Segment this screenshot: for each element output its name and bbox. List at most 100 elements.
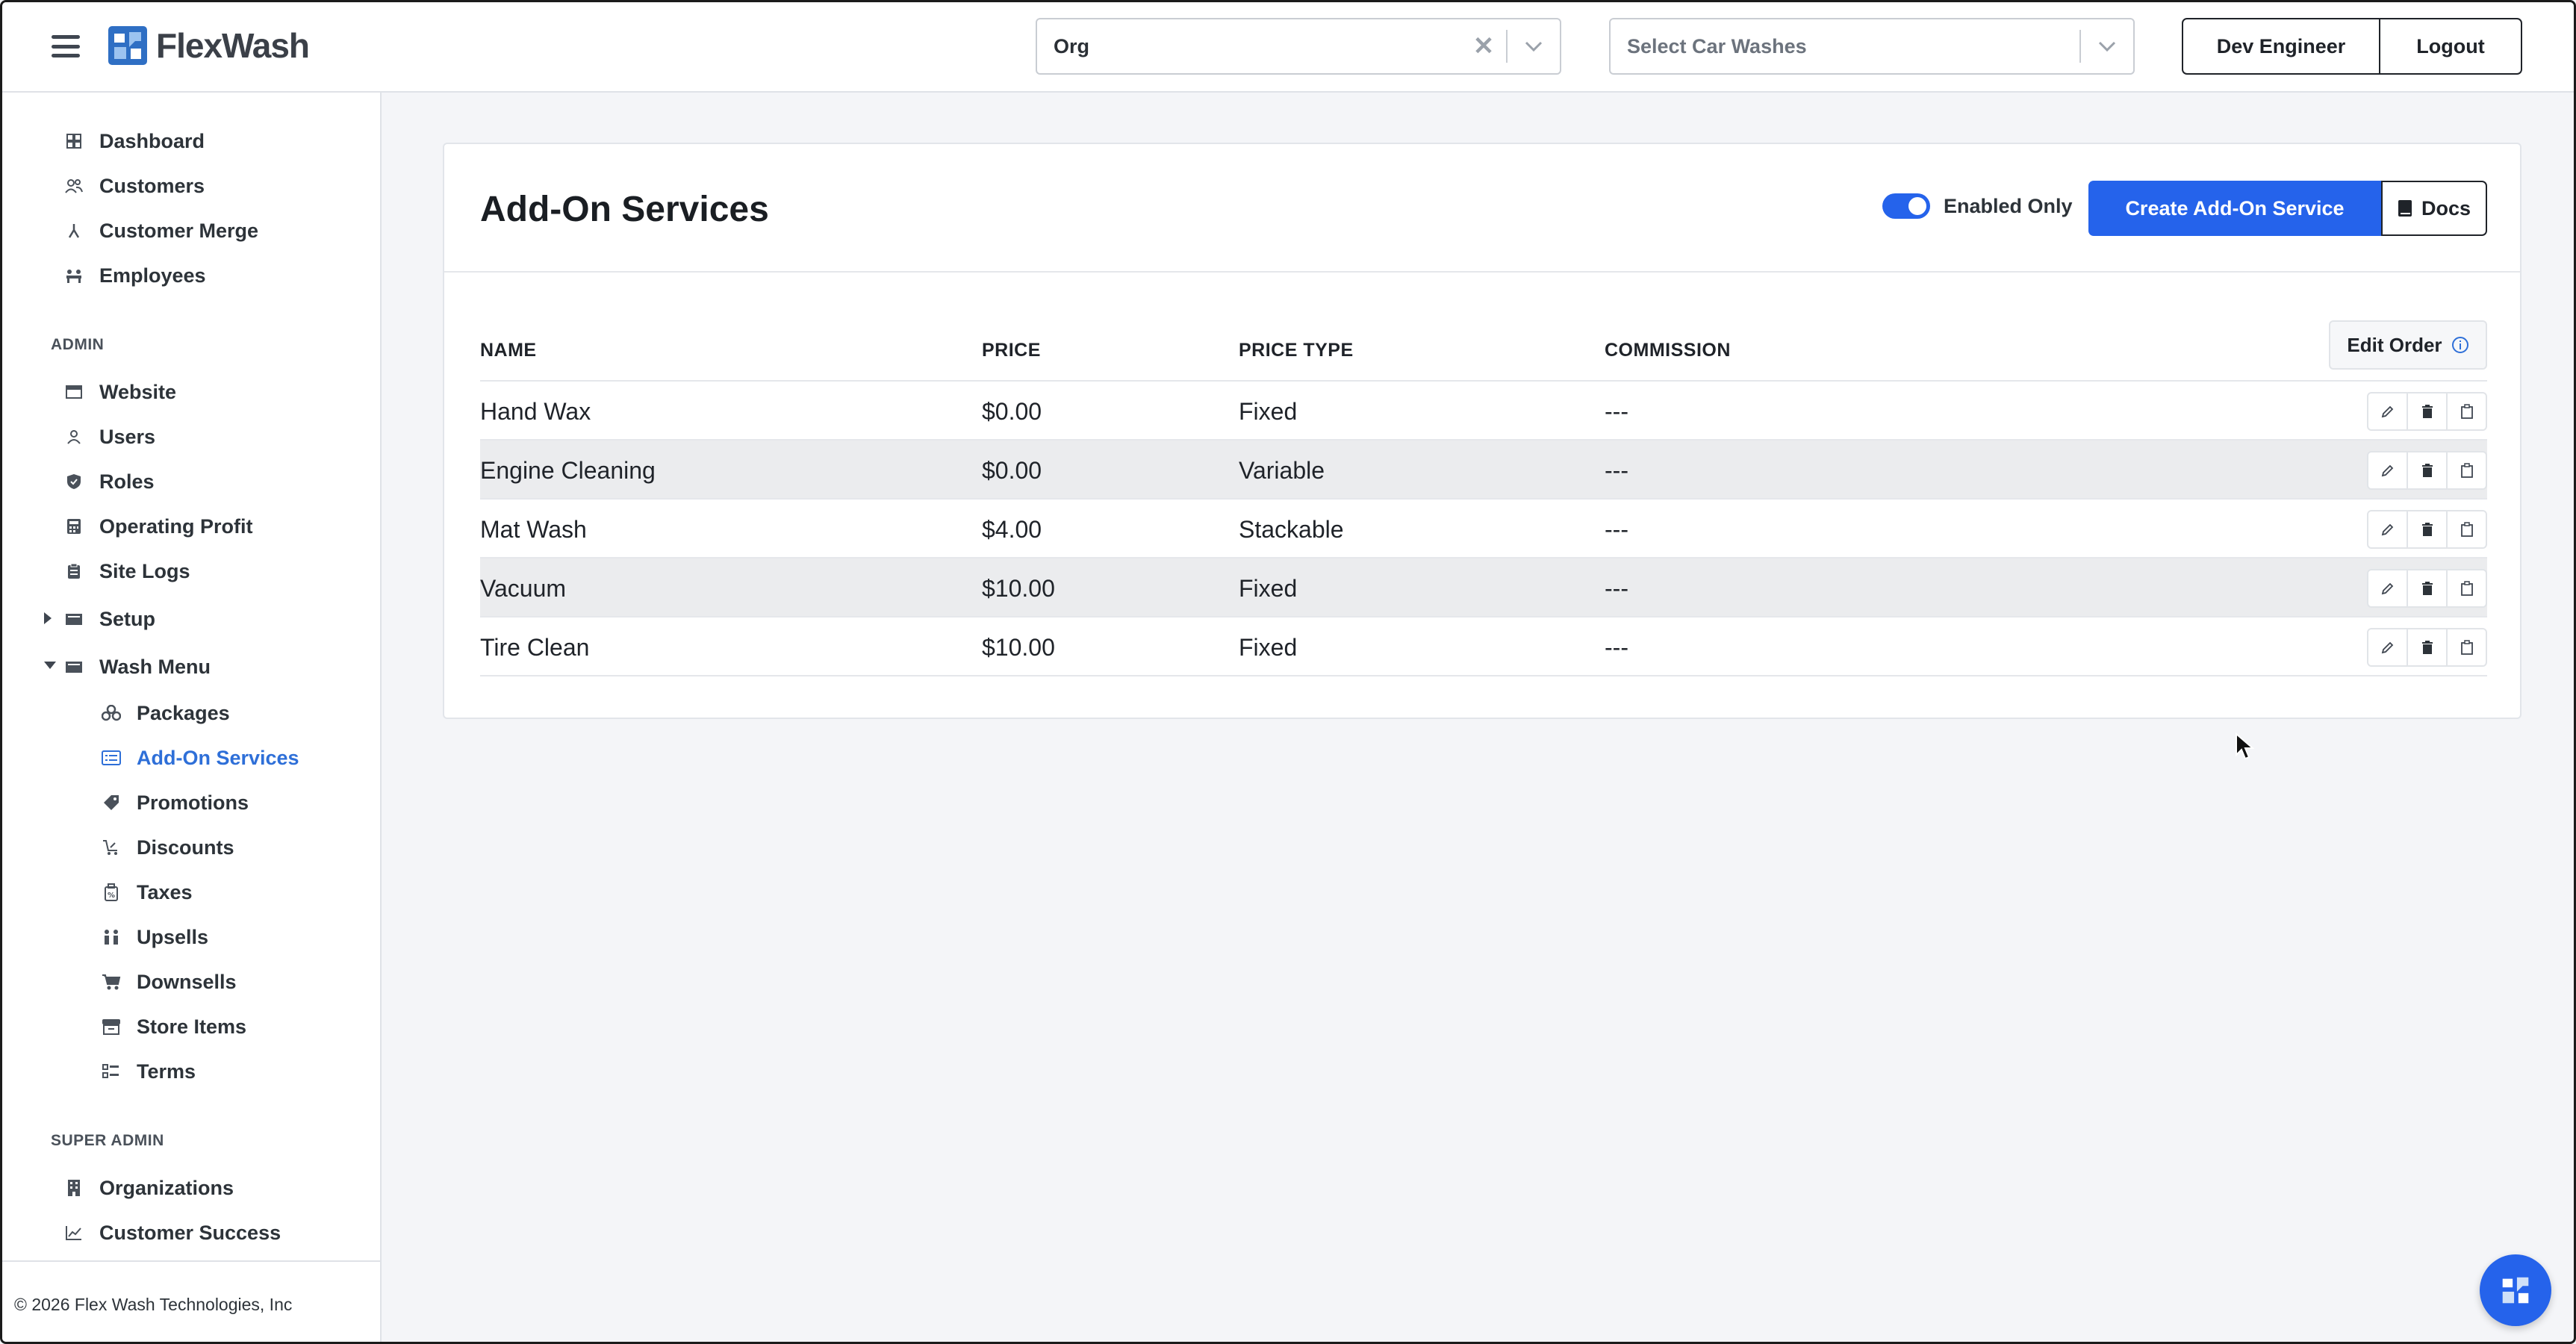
cell-commission: --- [1605,398,1628,425]
logout-button[interactable]: Logout [2380,18,2522,75]
sidebar-item-add-on-services[interactable]: Add-On Services [2,739,299,777]
create-add-on-service-button[interactable]: Create Add-On Service [2088,181,2381,236]
app-window: FlexWash Org ✕ Select Car Washes Dev Eng… [0,0,2576,1344]
toggle-switch[interactable] [1882,193,1930,219]
sidebar-item-packages[interactable]: Packages [2,694,230,732]
column-header-commission[interactable]: COMMISSION [1605,340,1731,361]
column-header-name[interactable]: NAME [480,340,537,361]
info-icon[interactable] [2451,336,2469,354]
cell-name: Mat Wash [480,516,587,543]
sidebar-item-organizations[interactable]: Organizations [2,1169,234,1207]
sidebar-item-setup[interactable]: Setup [2,600,155,638]
trash-icon[interactable] [2407,451,2448,490]
enabled-only-toggle[interactable]: Enabled Only [1882,193,2073,219]
list-icon [101,747,122,768]
cell-name: Tire Clean [480,634,590,661]
chart-line-icon [63,1222,84,1243]
sidebar-item-wash-menu[interactable]: Wash Menu [2,648,211,685]
row-actions [2367,451,2487,490]
sidebar-item-label: Organizations [99,1176,234,1199]
column-header-price-type[interactable]: PRICE TYPE [1239,340,1354,361]
sidebar-item-upsells[interactable]: Upsells [2,918,208,956]
table-row[interactable]: Vacuum $10.00 Fixed --- [480,559,2487,617]
copyright: © 2026 Flex Wash Technologies, Inc [14,1295,293,1314]
cell-commission: --- [1605,457,1628,484]
cell-price: $0.00 [982,457,1042,484]
sidebar-item-downsells[interactable]: Downsells [2,963,237,1001]
sidebar-item-label: Store Items [137,1015,247,1038]
sidebar-item-operating-profit[interactable]: Operating Profit [2,508,253,545]
column-header-price[interactable]: PRICE [982,340,1041,361]
sidebar-item-label: Terms [137,1060,196,1083]
page-title: Add-On Services [480,190,769,229]
sidebar-item-dashboard[interactable]: Dashboard [2,122,205,160]
cell-commission: --- [1605,634,1628,661]
flexwash-logo-icon [2502,1277,2529,1304]
brand-name: FlexWash [156,26,310,65]
sidebar-item-label: Customer Merge [99,219,259,242]
card-header: Add-On Services Enabled Only Create Add-… [444,144,2520,273]
edit-icon[interactable] [2367,451,2408,490]
cell-price: $0.00 [982,398,1042,425]
close-icon[interactable]: ✕ [1461,19,1506,73]
cell-name: Hand Wax [480,398,591,425]
trash-icon[interactable] [2407,510,2448,549]
table-row[interactable]: Hand Wax $0.00 Fixed --- [480,382,2487,441]
edit-icon[interactable] [2367,392,2408,431]
sidebar-item-terms[interactable]: Terms [2,1053,196,1090]
docs-button[interactable]: Docs [2381,181,2487,236]
sidebar-item-taxes[interactable]: % Taxes [2,874,193,911]
brand[interactable]: FlexWash [108,23,310,68]
copy-icon[interactable] [2446,628,2487,667]
copy-icon[interactable] [2446,451,2487,490]
menu-icon[interactable] [52,35,80,57]
table-row[interactable]: Tire Clean $10.00 Fixed --- [480,617,2487,676]
cell-commission: --- [1605,575,1628,602]
super-admin-section-label: SUPER ADMIN [51,1132,164,1149]
tag-icon [101,792,122,813]
sidebar-item-roles[interactable]: Roles [2,463,155,500]
sidebar-item-customers[interactable]: Customers [2,167,205,205]
trash-icon[interactable] [2407,628,2448,667]
add-on-services-card: Add-On Services Enabled Only Create Add-… [443,143,2521,719]
user-button[interactable]: Dev Engineer [2182,18,2380,75]
table-row[interactable]: Mat Wash $4.00 Stackable --- [480,500,2487,559]
sidebar-item-discounts[interactable]: Discounts [2,829,234,866]
employees-icon [63,265,84,286]
org-select[interactable]: Org ✕ [1036,18,1561,75]
svg-text:%: % [108,892,115,900]
cell-price: $10.00 [982,634,1055,661]
chevron-down-icon[interactable] [2081,19,2133,73]
edit-icon[interactable] [2367,510,2408,549]
sidebar-item-label: Site Logs [99,559,190,582]
copy-icon[interactable] [2446,569,2487,608]
sidebar-item-promotions[interactable]: Promotions [2,784,249,821]
table-row[interactable]: Engine Cleaning $0.00 Variable --- [480,441,2487,500]
cell-price-type: Fixed [1239,398,1298,425]
chevron-down-icon[interactable] [1508,19,1560,73]
sidebar-item-site-logs[interactable]: Site Logs [2,553,190,590]
trash-icon[interactable] [2407,392,2448,431]
sidebar-item-label: Promotions [137,791,249,814]
edit-order-button[interactable]: Edit Order [2329,320,2487,370]
edit-icon[interactable] [2367,628,2408,667]
sidebar-item-users[interactable]: Users [2,418,155,455]
sidebar-item-customer-merge[interactable]: Customer Merge [2,212,258,249]
sidebar-item-label: Setup [99,607,156,630]
building-icon [63,1177,84,1198]
help-chat-button[interactable] [2480,1254,2551,1326]
sidebar-item-label: Taxes [137,880,193,903]
folder-icon [63,656,84,677]
sidebar-item-customer-success[interactable]: Customer Success [2,1214,281,1251]
user-icon [63,426,84,447]
sidebar-item-employees[interactable]: Employees [2,257,206,294]
car-wash-select[interactable]: Select Car Washes [1609,18,2135,75]
edit-icon[interactable] [2367,569,2408,608]
upsell-icon [101,927,122,948]
copy-icon[interactable] [2446,392,2487,431]
sidebar-item-store-items[interactable]: Store Items [2,1008,246,1045]
trash-icon[interactable] [2407,569,2448,608]
sidebar-item-website[interactable]: Website [2,373,176,411]
sidebar-item-label: Customer Success [99,1221,281,1244]
copy-icon[interactable] [2446,510,2487,549]
